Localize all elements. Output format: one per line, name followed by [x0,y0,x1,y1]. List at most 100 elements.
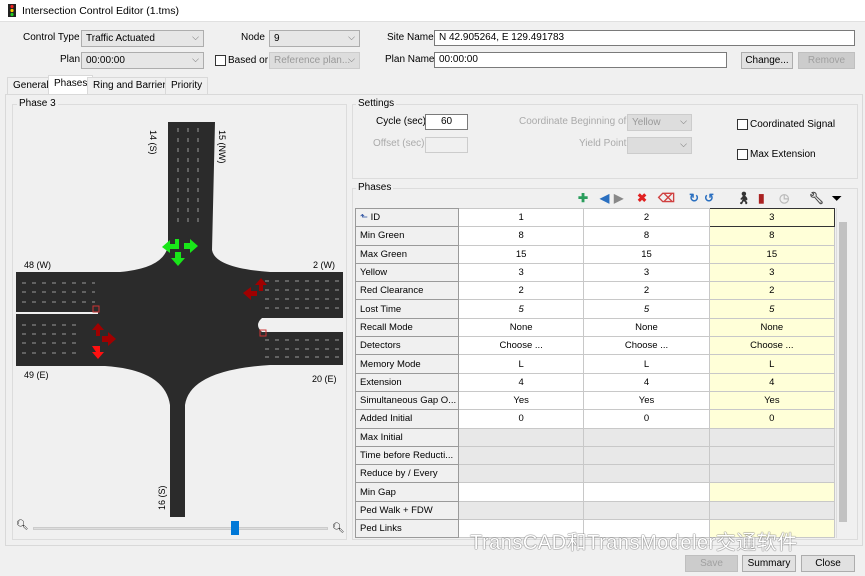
phase-3-cell[interactable]: 15 [708,244,835,264]
phase-1-cell[interactable] [457,482,585,502]
phase-2-cell[interactable] [583,500,710,521]
delete-icon[interactable]: ✖ [637,191,647,205]
phase-2-cell[interactable]: 2 [583,281,710,301]
row-label-text: Reduce by / Every [360,468,438,480]
phase-1-cell[interactable] [457,445,585,466]
plan-name-input[interactable]: 00:00:00 [434,52,727,68]
row-label: Min Green [355,226,459,246]
phase-3-cell[interactable]: Yes [708,390,835,411]
max-extension-checkbox[interactable] [737,149,748,160]
zoom-in-icon[interactable]: 🔍︎ [332,523,345,534]
phase-3-cell[interactable]: None [708,317,835,338]
phase-1-cell[interactable] [457,427,585,447]
phase-1-cell[interactable]: 8 [457,226,585,246]
phase-2-cell[interactable]: Yes [583,390,710,411]
phase-1-cell[interactable]: Yes [457,390,585,411]
coordinate-beginning-select[interactable]: Yellow ⌵ [627,114,692,131]
close-button[interactable]: Close [801,555,855,572]
row-label: ⬑ ID [355,208,459,228]
phase-3-cell[interactable] [708,482,835,502]
site-name-label: Site Name [387,32,434,43]
phase-1-cell[interactable]: 5 [457,299,585,319]
phase-2-cell[interactable] [583,482,710,502]
scrollbar-thumb[interactable] [839,222,847,522]
phase-3-cell[interactable]: 8 [708,226,835,246]
vertical-scrollbar[interactable] [836,208,848,538]
wrench-icon[interactable]: 🔧︎ [809,191,824,205]
phase-3-cell[interactable]: 5 [708,299,835,319]
table-row: Min Gap [355,482,835,502]
row-label: Memory Mode [355,354,459,374]
phase-2-cell[interactable] [583,464,710,484]
eraser-icon[interactable]: ⌫ [658,191,675,205]
table-row: Simultaneous Gap O... Yes Yes Yes [355,390,835,411]
phase-1-cell[interactable] [457,500,585,521]
phase-2-cell[interactable]: L [583,354,710,374]
approach-label-20: 20 (E) [312,374,337,384]
phase-3-cell[interactable]: 0 [708,409,835,429]
row-label-text: Min Green [360,230,405,242]
phase-2-cell[interactable]: None [583,317,710,338]
row-label-text: Simultaneous Gap O... [360,395,457,407]
phase-1-cell[interactable]: 2 [457,281,585,301]
phase-3-cell[interactable]: 3 [708,208,835,228]
move-right-icon[interactable]: ▶ [614,191,623,205]
phase-2-cell[interactable]: 15 [583,244,710,264]
table-row: Ped Walk + FDW [355,500,835,521]
pedestrian-icon[interactable]: 🚶︎ [736,191,751,205]
offset-label: Offset (sec) [373,138,425,149]
move-left-icon[interactable]: ◀ [600,191,609,205]
yield-point-label: Yield Point [579,138,627,149]
change-button[interactable]: Change... [741,52,793,69]
phase-1-cell[interactable]: Choose ... [457,336,585,356]
phase-3-cell[interactable] [708,427,835,447]
zoom-slider[interactable] [33,527,328,530]
phase-1-cell[interactable]: L [457,354,585,374]
phase-2-cell[interactable]: 3 [583,262,710,283]
table-row: Max Green 15 15 15 [355,244,835,264]
phase-1-cell[interactable]: 0 [457,409,585,429]
phase-3-cell[interactable]: Choose ... [708,336,835,356]
site-name-input[interactable]: N 42.905264, E 129.491783 [434,30,855,46]
phase-2-cell[interactable]: Choose ... [583,336,710,356]
phase-1-cell[interactable]: 3 [457,262,585,283]
add-icon[interactable]: ✚ [578,191,588,205]
coordinated-signal-checkbox[interactable] [737,119,748,130]
zoom-out-icon[interactable]: 🔍︎ [16,520,29,531]
clock-icon[interactable]: ◷ [779,191,789,205]
phase-3-cell[interactable] [708,500,835,521]
table-row: Recall Mode None None None [355,317,835,338]
offset-input[interactable] [425,137,468,153]
phase-2-cell[interactable] [583,445,710,466]
phase-1-cell[interactable]: 15 [457,244,585,264]
phase-2-cell[interactable]: 8 [583,226,710,246]
remove-button[interactable]: Remove [798,52,855,69]
phase-3-cell[interactable] [708,445,835,466]
phase-2-cell[interactable] [583,427,710,447]
zoom-slider-thumb[interactable] [231,521,239,535]
more-icon[interactable]: ⏷ [832,191,842,206]
phase-3-cell[interactable]: L [708,354,835,374]
table-row: Min Green 8 8 8 [355,226,835,246]
phase-3-cell[interactable]: 4 [708,372,835,392]
phase-2-cell[interactable]: 4 [583,372,710,392]
summary-button[interactable]: Summary [742,555,796,572]
phase-2-cell[interactable]: 5 [583,299,710,319]
save-button[interactable]: Save [685,555,738,572]
phase-1-cell[interactable]: None [457,317,585,338]
phase-1-cell[interactable]: 1 [457,208,585,228]
phase-3-cell[interactable]: 2 [708,281,835,301]
phase-1-cell[interactable] [457,464,585,484]
phase-1-cell[interactable]: 4 [457,372,585,392]
cycle-input[interactable]: 60 [425,114,468,130]
signal-icon[interactable]: ▮ [758,191,765,205]
sort-icon[interactable]: ⬑ [360,212,371,223]
undo-icon[interactable]: ↺ [704,191,714,205]
phases-title: Phases [356,182,394,193]
redo-icon[interactable]: ↻ [689,191,699,205]
phase-2-cell[interactable]: 2 [583,208,710,228]
phase-2-cell[interactable]: 0 [583,409,710,429]
yield-point-select[interactable]: ⌵ [627,137,692,154]
phase-3-cell[interactable]: 3 [708,262,835,283]
phase-3-cell[interactable] [708,464,835,484]
